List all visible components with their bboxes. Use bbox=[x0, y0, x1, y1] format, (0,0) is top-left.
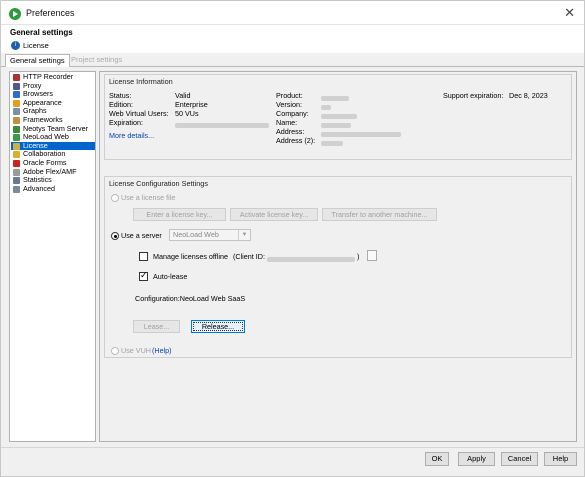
close-icon[interactable]: ✕ bbox=[564, 5, 575, 21]
sidebar-item-advanced[interactable]: Advanced bbox=[11, 183, 95, 194]
apply-button[interactable]: Apply bbox=[458, 452, 495, 466]
statistics-icon bbox=[13, 177, 20, 185]
help-button[interactable]: Help bbox=[544, 452, 577, 466]
chevron-down-icon: ▼ bbox=[238, 230, 250, 240]
more-details-link[interactable]: More details... bbox=[109, 131, 154, 140]
tab-general-settings[interactable]: General settings bbox=[5, 54, 70, 67]
use-license-file-radio[interactable] bbox=[111, 194, 119, 202]
recorder-icon bbox=[13, 74, 20, 81]
address-value-redacted bbox=[321, 129, 401, 138]
team-server-icon bbox=[13, 125, 20, 133]
key-icon bbox=[13, 142, 20, 150]
product-value-redacted bbox=[321, 93, 349, 102]
page-subtitle: License bbox=[23, 41, 49, 50]
manage-offline-label: Manage licenses offline bbox=[153, 252, 228, 261]
neoload-web-icon bbox=[13, 134, 20, 142]
use-vuh-radio[interactable] bbox=[111, 347, 119, 355]
footer-divider bbox=[1, 447, 584, 448]
flex-icon bbox=[13, 168, 20, 176]
auto-lease-checkbox[interactable] bbox=[139, 270, 148, 281]
enter-license-key-button[interactable]: Enter a license key... bbox=[133, 208, 226, 221]
settings-tabs: General settings Project settings bbox=[1, 53, 584, 67]
version-value-redacted bbox=[321, 102, 331, 111]
address2-value-redacted bbox=[321, 138, 343, 147]
info-icon: i bbox=[11, 41, 20, 50]
use-vuh-label: Use VUH bbox=[121, 346, 151, 355]
palette-icon bbox=[13, 99, 20, 107]
status-value: Valid bbox=[175, 91, 191, 100]
edition-value: Enterprise bbox=[175, 100, 208, 109]
license-configuration-group: License Configuration Settings Use a lic… bbox=[104, 176, 572, 358]
name-label: Name: bbox=[276, 118, 298, 127]
company-label: Company: bbox=[276, 109, 309, 118]
license-information-group: License Information Status: Valid Editio… bbox=[104, 74, 572, 160]
neoload-app-icon bbox=[9, 8, 21, 20]
use-server-radio[interactable] bbox=[111, 232, 119, 240]
virtual-users-value: 50 VUs bbox=[175, 109, 199, 118]
proxy-icon bbox=[13, 82, 20, 90]
status-label: Status: bbox=[109, 91, 132, 100]
lease-button[interactable]: Lease... bbox=[133, 320, 180, 333]
graph-icon bbox=[13, 108, 20, 116]
address2-label: Address (2): bbox=[276, 136, 316, 145]
license-panel: License Information Status: Valid Editio… bbox=[99, 71, 577, 442]
use-server-label: Use a server bbox=[121, 231, 162, 240]
server-select[interactable]: NeoLoad Web ▼ bbox=[169, 229, 251, 241]
collaboration-icon bbox=[13, 151, 20, 159]
page-title: General settings bbox=[10, 28, 73, 37]
use-license-file-label: Use a license file bbox=[121, 193, 176, 202]
configuration-label: Configuration:NeoLoad Web SaaS bbox=[135, 294, 246, 303]
manage-offline-checkbox[interactable] bbox=[139, 252, 148, 261]
virtual-users-label: Web Virtual Users: bbox=[109, 109, 169, 118]
settings-header: General settings i License bbox=[1, 25, 584, 53]
name-value-redacted bbox=[321, 120, 351, 129]
activate-license-key-button[interactable]: Activate license key... bbox=[230, 208, 318, 221]
support-expiration-value: Dec 8, 2023 bbox=[509, 91, 548, 100]
client-id-label: (Client ID: bbox=[233, 252, 265, 261]
settings-tree: HTTP Recorder Proxy Browsers Appearance Grap… bbox=[9, 71, 96, 442]
expiration-label: Expiration: bbox=[109, 118, 143, 127]
preferences-window: Preferences ✕ General settings i License… bbox=[0, 0, 585, 477]
license-configuration-title: License Configuration Settings bbox=[109, 179, 208, 188]
window-title: Preferences bbox=[26, 8, 75, 18]
oracle-icon bbox=[13, 160, 20, 167]
auto-lease-label: Auto-lease bbox=[153, 272, 188, 281]
copy-icon[interactable] bbox=[367, 250, 377, 261]
edition-label: Edition: bbox=[109, 100, 133, 109]
browser-icon bbox=[13, 91, 20, 99]
title-bar: Preferences ✕ bbox=[1, 1, 584, 25]
ok-button[interactable]: OK bbox=[425, 452, 449, 466]
advanced-icon bbox=[13, 185, 20, 193]
expiration-value-redacted bbox=[175, 120, 269, 129]
cancel-button[interactable]: Cancel bbox=[501, 452, 538, 466]
transfer-license-button[interactable]: Transfer to another machine... bbox=[322, 208, 437, 221]
tab-project-settings[interactable]: Project settings bbox=[67, 54, 126, 67]
sidebar-item-label: Advanced bbox=[23, 183, 55, 193]
framework-icon bbox=[13, 117, 20, 124]
product-label: Product: bbox=[276, 91, 303, 100]
version-label: Version: bbox=[276, 100, 302, 109]
support-expiration-label: Support expiration: bbox=[443, 91, 504, 100]
company-value-redacted bbox=[321, 111, 357, 120]
release-button[interactable]: Release... bbox=[191, 320, 245, 333]
client-id-close: ) bbox=[357, 252, 360, 261]
license-information-title: License Information bbox=[109, 77, 173, 86]
vuh-help-link[interactable]: (Help) bbox=[152, 346, 172, 355]
client-id-value-redacted bbox=[267, 254, 355, 263]
server-select-value: NeoLoad Web bbox=[173, 230, 219, 239]
address-label: Address: bbox=[276, 127, 305, 136]
